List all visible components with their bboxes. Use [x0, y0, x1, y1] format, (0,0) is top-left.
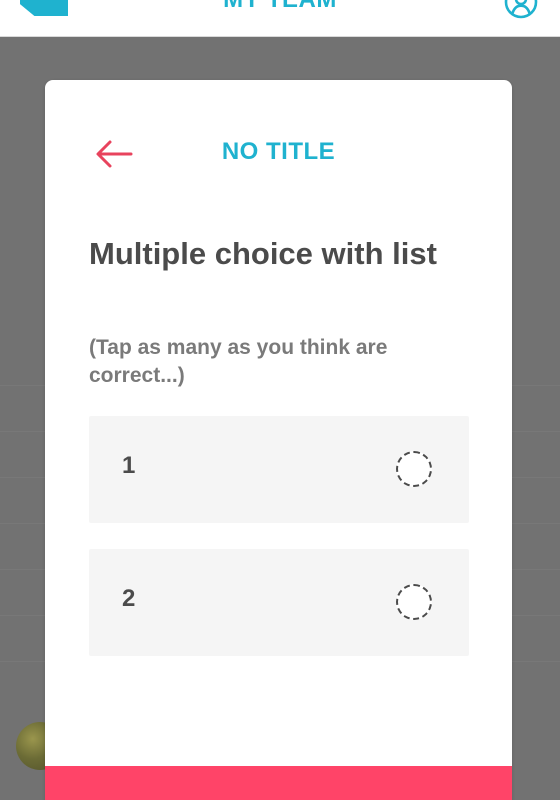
question-hint: (Tap as many as you think are correct...… [89, 336, 388, 387]
choice-selector[interactable] [396, 451, 432, 487]
choice-label: 2 [122, 585, 136, 612]
choice-option-1[interactable]: 1 [89, 416, 469, 523]
account-icon[interactable] [504, 0, 538, 19]
question-text: Multiple choice with list [89, 236, 437, 271]
question-modal: NO TITLE Multiple choice with list (Tap … [45, 80, 512, 800]
choice-selector[interactable] [396, 584, 432, 620]
submit-button[interactable] [45, 766, 512, 800]
choice-label: 1 [122, 452, 136, 479]
modal-title: NO TITLE [221, 138, 336, 165]
app-screen: MY TEAM NO TITLE Multiple choice with li… [0, 0, 560, 800]
top-bar-title: MY TEAM [0, 0, 560, 14]
top-bar: MY TEAM [0, 0, 560, 37]
choice-option-2[interactable]: 2 [89, 549, 469, 656]
